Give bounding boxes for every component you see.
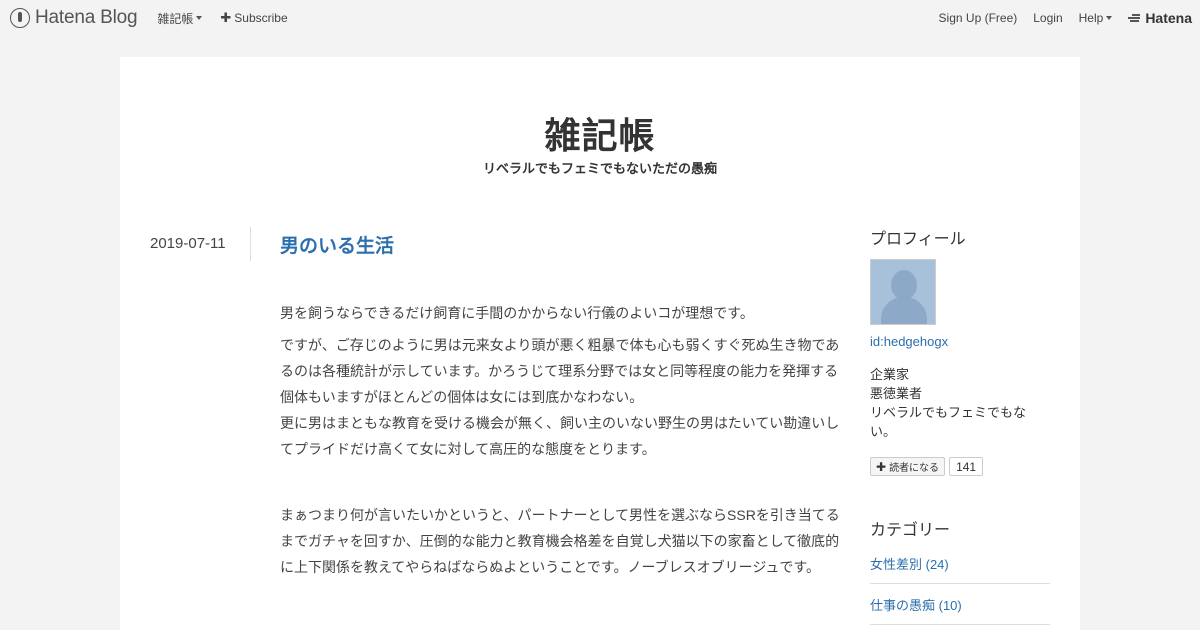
login-link[interactable]: Login [1033,11,1062,25]
entry-body: 男を飼うならできるだけ飼育に手間のかからない行儀のよいコが理想です。 ですが、ご… [280,300,845,586]
blog-menu-label: 雑記帳 [157,11,194,26]
help-label: Help [1078,11,1104,25]
avatar[interactable] [870,259,936,325]
signup-link[interactable]: Sign Up (Free) [939,11,1018,25]
entry-paragraph: まぁつまり何が言いたいかというと、パートナーとして男性を選ぶならSSRを引き当て… [280,507,840,575]
entry-paragraph: 更に男はまともな教育を受ける機会が無く、飼い主のいない野生の男はたいてい勘違いし… [280,415,840,457]
caret-down-icon [196,16,203,20]
profile-description: 企業家 悪徳業者 リベラルでもフェミでもない。 [870,365,1050,441]
subscribe-link[interactable]: ✚ Subscribe [220,10,287,26]
entry-paragraph: 男を飼うならできるだけ飼育に手間のかからない行儀のよいコが理想です。 [280,305,754,321]
caret-down-icon [1106,16,1113,20]
entry-title[interactable]: 男のいる生活 [280,231,394,258]
subscribe-label: Subscribe [234,11,288,25]
blog-container: 雑記帳 リベラルでもフェミでもないただの愚痴 2019-07-11 男のいる生活… [120,57,1080,630]
blog-description: リベラルでもフェミでもないただの愚痴 [482,161,717,176]
become-reader-label: 読者になる [889,463,940,474]
profile-id-link[interactable]: id:hedgehogx [870,334,1050,349]
category-heading: カテゴリー [870,522,951,539]
avatar-head-shape [891,270,917,300]
become-reader-button[interactable]: ✚ 読者になる [870,457,946,476]
hatena-blog-logo[interactable]: Hatena Blog [10,7,138,29]
brand-text: Hatena Blog [35,7,138,28]
profile-line: 悪徳業者 [870,386,923,401]
date-divider [250,227,251,261]
help-dropdown[interactable]: Help [1079,11,1113,25]
plus-icon: ✚ [876,459,887,474]
blog-menu-dropdown[interactable]: 雑記帳 [157,10,203,27]
profile-heading: プロフィール [870,231,966,248]
profile-line: リベラルでもフェミでもない。 [870,405,1027,439]
hatena-blog-icon [10,8,30,28]
subscriber-count[interactable]: 141 [949,457,984,476]
avatar-body-shape [881,297,927,324]
global-header-left: Hatena Blog 雑記帳 ✚ Subscribe [10,0,306,36]
global-header-right: Sign Up (Free) Login Help Hatena [939,0,1192,36]
category-item[interactable]: 女性差別 (24) [870,554,1050,584]
global-header: Hatena Blog 雑記帳 ✚ Subscribe Sign Up (Fre… [0,0,1200,36]
entry-date[interactable]: 2019-07-11 [150,235,226,252]
blog-title[interactable]: 雑記帳 [120,107,1080,159]
sidebar: プロフィール id:hedgehogx 企業家 悪徳業者 リベラルでもフェミでも… [870,225,1050,630]
reader-subscribe-row: ✚ 読者になる 141 [870,457,1050,476]
entry-paragraph: ですが、ご存じのように男は元来女より頭が悪く粗暴で体も心も弱くすぐ死ぬ生き物であ… [280,337,840,405]
hatena-logo-text: Hatena [1145,10,1192,26]
hatena-mark-icon [1128,13,1142,23]
category-item[interactable]: 仕事の愚痴 (10) [870,595,1050,625]
profile-line: 企業家 [870,367,910,382]
plus-icon: ✚ [220,10,232,25]
hatena-logo[interactable]: Hatena [1128,10,1192,26]
